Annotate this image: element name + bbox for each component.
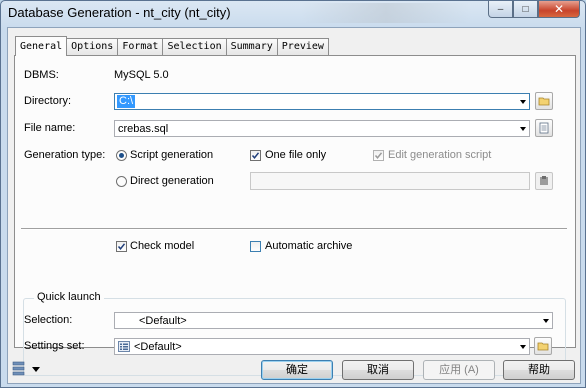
edit-generation-script-label: Edit generation script (388, 149, 492, 161)
settings-set-value: <Default> (134, 341, 182, 353)
directory-value: C:\ (117, 95, 136, 108)
ok-button[interactable]: 确定 (261, 360, 333, 380)
list-icon (118, 341, 130, 352)
tab-selection[interactable]: Selection (162, 38, 227, 55)
tab-general[interactable]: General (15, 36, 68, 56)
close-button[interactable]: ✕ (538, 1, 580, 18)
check-model-label: Check model (130, 240, 195, 252)
chevron-down-icon[interactable] (543, 319, 549, 323)
settings-menu-button[interactable] (12, 361, 42, 379)
browse-directory-button[interactable] (535, 92, 553, 110)
title-bar: Database Generation - nt_city (nt_city) … (1, 1, 585, 25)
generation-type-label: Generation type: (24, 149, 106, 161)
direct-generation-label: Direct generation (130, 175, 214, 187)
folder-icon (538, 97, 550, 106)
document-icon (539, 122, 549, 134)
connect-data-source-button[interactable] (535, 172, 553, 190)
directory-label: Directory: (24, 95, 72, 107)
checkmark-icon (251, 152, 260, 159)
chevron-down-icon[interactable] (32, 367, 40, 372)
general-panel: DBMS: MySQL 5.0 Directory: C:\ File name… (14, 55, 576, 376)
dbms-label: DBMS: (24, 69, 59, 81)
tab-format[interactable]: Format (117, 38, 164, 55)
direct-generation-radio[interactable] (116, 176, 127, 187)
quick-launch-title: Quick launch (34, 291, 104, 303)
window-title: Database Generation - nt_city (nt_city) (8, 5, 231, 20)
minimize-button[interactable]: – (488, 1, 513, 18)
dbms-value: MySQL 5.0 (114, 69, 169, 81)
selection-combo[interactable]: <Default> (114, 312, 553, 329)
data-source-field[interactable] (250, 172, 530, 190)
checkmark-icon (374, 152, 383, 159)
tab-summary[interactable]: Summary (225, 38, 278, 55)
automatic-archive-label: Automatic archive (265, 240, 353, 252)
automatic-archive-checkbox[interactable] (250, 241, 261, 252)
selection-value: <Default> (139, 315, 187, 327)
cancel-button[interactable]: 取消 (342, 360, 414, 380)
filename-label: File name: (24, 122, 76, 134)
radio-selected-dot (119, 153, 124, 158)
script-generation-label: Script generation (130, 149, 214, 161)
selection-label: Selection: (24, 314, 73, 326)
section-divider (21, 228, 567, 230)
database-connect-icon (540, 176, 548, 185)
check-model-checkbox[interactable] (116, 241, 127, 252)
one-file-only-checkbox[interactable] (250, 150, 261, 161)
settings-set-label: Settings set: (24, 340, 85, 352)
help-button[interactable]: 帮助 (503, 360, 575, 380)
settings-set-combo[interactable]: <Default> (114, 338, 530, 355)
tab-bar: General Options Format Selection Summary… (15, 36, 329, 56)
chevron-down-icon[interactable] (520, 345, 526, 349)
directory-combo[interactable]: C:\ (114, 93, 530, 110)
script-generation-radio[interactable] (116, 150, 127, 161)
maximize-button[interactable]: □ (513, 1, 538, 18)
apply-button[interactable]: 应用 (A) (423, 360, 495, 380)
chevron-down-icon[interactable] (520, 100, 526, 104)
tab-options[interactable]: Options (66, 38, 119, 55)
edit-file-button[interactable] (535, 119, 553, 137)
folder-icon (537, 342, 549, 351)
settings-folder-button[interactable] (534, 337, 552, 355)
filename-combo[interactable]: crebas.sql (114, 120, 530, 137)
tab-preview[interactable]: Preview (276, 38, 329, 55)
chevron-down-icon[interactable] (520, 127, 526, 131)
filename-value: crebas.sql (118, 123, 169, 135)
settings-menu-icon (12, 361, 25, 376)
title-bar-blur (301, 3, 471, 23)
window-controls: – □ ✕ (488, 1, 580, 18)
dialog-content: General Options Format Selection Summary… (7, 27, 581, 384)
checkmark-icon (117, 243, 126, 250)
edit-generation-script-checkbox[interactable] (373, 150, 384, 161)
database-generation-dialog: Database Generation - nt_city (nt_city) … (0, 0, 586, 388)
one-file-only-label: One file only (265, 149, 327, 161)
